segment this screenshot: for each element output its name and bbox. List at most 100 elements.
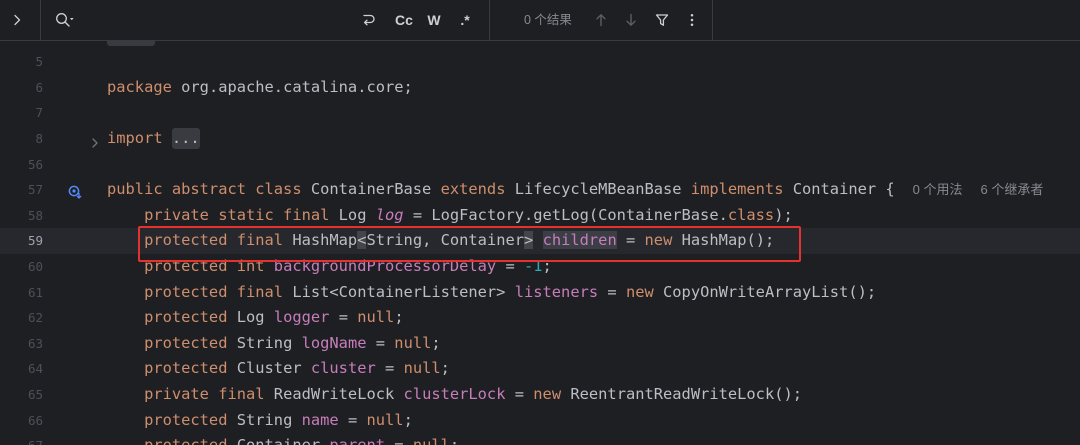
code-line[interactable]: 59 protected final HashMap<String, Conta…: [0, 228, 1080, 254]
code-line[interactable]: 8 import ...: [0, 126, 1080, 152]
code-text[interactable]: protected String name = null;: [107, 408, 413, 434]
code-token: =: [598, 282, 626, 301]
code-token: null: [413, 436, 450, 445]
code-token: private static final: [107, 205, 339, 224]
code-token: ;: [431, 333, 441, 352]
code-token: null: [366, 410, 404, 429]
code-token: null: [394, 333, 432, 352]
code-token: name: [301, 410, 339, 429]
code-token: logName: [301, 333, 367, 352]
code-editor[interactable]: 5 6 package org.apache.catalina.core; 7 8 imp…: [0, 0, 1080, 445]
folded-code-placeholder[interactable]: ...: [171, 128, 200, 149]
code-text[interactable]: private final ReadWriteLock clusterLock …: [107, 382, 802, 408]
code-token: ;: [394, 308, 404, 327]
code-text[interactable]: protected String logName = null;: [107, 331, 441, 357]
code-token: Cluster: [236, 359, 311, 378]
code-token: ReadWriteLock: [273, 385, 404, 403]
line-number: 58: [27, 207, 43, 223]
code-token: =: [329, 308, 358, 327]
code-token: protected: [107, 436, 237, 445]
code-token: protected: [107, 410, 237, 429]
line-number: 5: [35, 54, 43, 70]
code-token: cluster: [310, 359, 376, 378]
code-line[interactable]: 67 protected Container parent = null;: [0, 433, 1080, 445]
code-line[interactable]: 5: [0, 49, 1080, 75]
inlay-hint[interactable]: 6 个继承者: [981, 182, 1044, 197]
line-number: 6: [35, 79, 43, 95]
regex-option[interactable]: .*: [454, 0, 476, 40]
inlay-hint[interactable]: 0 个用法: [913, 182, 963, 197]
newline-icon[interactable]: [361, 0, 377, 40]
code-text[interactable]: private static final Log log = LogFactor…: [107, 203, 793, 229]
code-token: org.apache.catalina.core;: [171, 77, 413, 96]
toggle-replace-chevron-icon[interactable]: [9, 0, 25, 40]
code-token: parent: [329, 436, 385, 445]
code-token: );: [774, 205, 793, 224]
code-token: protected: [107, 333, 237, 352]
code-text[interactable]: protected final List<ContainerListener> …: [107, 280, 876, 306]
code-token: =: [616, 231, 645, 250]
code-text[interactable]: protected Cluster cluster = null;: [107, 356, 450, 382]
code-line[interactable]: 61 protected final List<ContainerListene…: [0, 280, 1080, 306]
code-token: ContainerBase: [310, 180, 441, 199]
code-token: package: [107, 77, 172, 96]
divider: [712, 0, 713, 40]
line-number: 8: [35, 131, 43, 146]
find-bar: Cc W .* 0 个结果: [0, 0, 1080, 41]
arrow-up-icon[interactable]: [593, 0, 609, 40]
line-number: 7: [35, 105, 43, 121]
code-line[interactable]: 60 protected int backgroundProcessorDela…: [0, 254, 1080, 280]
search-input[interactable]: [84, 6, 350, 34]
code-token: log: [375, 205, 404, 224]
code-token: protected final: [107, 231, 293, 250]
code-token: HashMap();: [681, 231, 775, 250]
code-text[interactable]: package org.apache.catalina.core;: [107, 75, 413, 101]
arrow-down-icon[interactable]: [623, 0, 639, 40]
code-token: protected final: [107, 282, 293, 301]
code-text[interactable]: public abstract class ContainerBase exte…: [107, 177, 1043, 203]
code-line[interactable]: 65 private final ReadWriteLock clusterLo…: [0, 382, 1080, 408]
code-text[interactable]: protected final HashMap<String, Containe…: [107, 228, 774, 254]
code-line[interactable]: 64 protected Cluster cluster = null;: [0, 356, 1080, 382]
code-token: protected: [107, 359, 237, 378]
more-vertical-icon[interactable]: [684, 0, 700, 40]
code-line[interactable]: 66 protected String name = null;: [0, 408, 1080, 434]
code-token: extends: [440, 180, 515, 199]
code-token: logger: [273, 308, 330, 327]
line-number: 67: [0, 433, 43, 445]
implemented-icon[interactable]: [67, 182, 83, 199]
code-token: Container: [237, 436, 330, 445]
code-token: List<ContainerListener>: [292, 282, 515, 301]
code-token: String: [236, 333, 302, 352]
code-text[interactable]: protected Log logger = null;: [107, 305, 404, 331]
code-token: String: [236, 410, 302, 429]
code-line[interactable]: 62 protected Log logger = null;: [0, 305, 1080, 331]
line-number: 61: [27, 284, 43, 300]
code-token: LifecycleMBeanBase: [514, 180, 691, 199]
whole-words-option[interactable]: W: [423, 0, 445, 40]
code-token: ;: [440, 359, 450, 378]
code-text[interactable]: protected Container parent = null;: [107, 433, 459, 445]
divider: [489, 0, 490, 40]
code-token: clusterLock: [403, 385, 506, 403]
code-text[interactable]: import ...: [107, 126, 200, 152]
code-token: Log: [338, 205, 376, 224]
fold-expand-chevron-right-icon[interactable]: [88, 132, 102, 148]
code-token: ;: [542, 257, 552, 275]
match-case-option[interactable]: Cc: [393, 0, 415, 40]
code-line[interactable]: 58 private static final Log log = LogFac…: [0, 203, 1080, 229]
line-number: 65: [27, 387, 43, 402]
filter-icon[interactable]: [654, 0, 670, 40]
code-line[interactable]: 7: [0, 100, 1080, 126]
search-history-dropdown-icon[interactable]: [55, 0, 77, 40]
code-text[interactable]: protected int backgroundProcessorDelay =…: [107, 254, 552, 280]
code-token: import: [107, 129, 163, 147]
ide-editor-screen: Cc W .* 0 个结果 5 6 package org.apache.cat…: [0, 0, 1080, 445]
code-line[interactable]: 6 package org.apache.catalina.core;: [0, 75, 1080, 101]
code-line[interactable]: 56: [0, 152, 1080, 178]
code-line[interactable]: 63 protected String logName = null;: [0, 331, 1080, 357]
code-line[interactable]: 57 public abstract class ContainerBase ex…: [0, 177, 1080, 203]
code-token: public abstract class: [107, 180, 311, 199]
